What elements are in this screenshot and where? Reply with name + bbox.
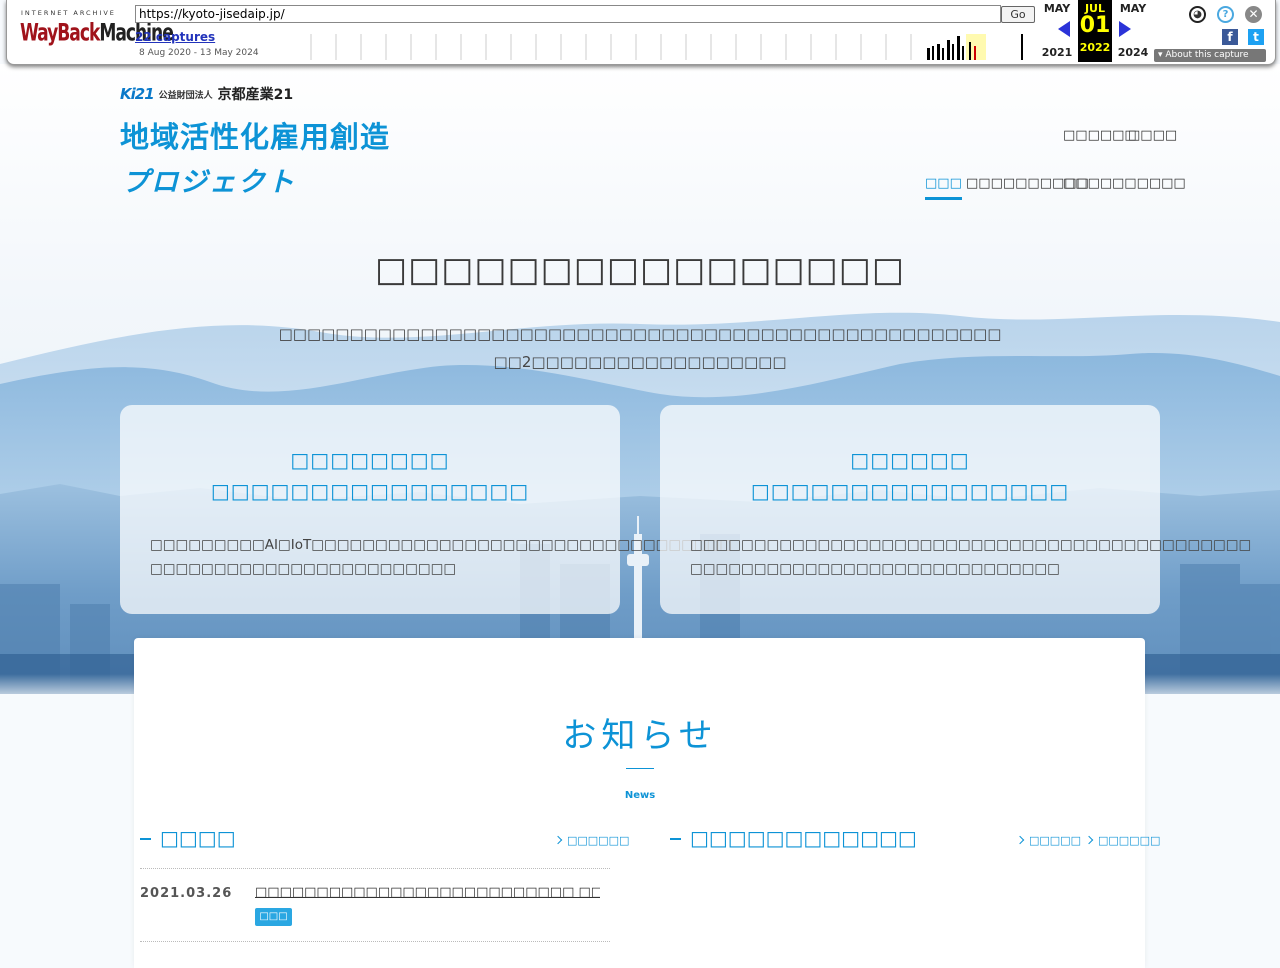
project-card-1[interactable]: □□□□□□□□ □□□□□□□□□□□□□□□□ □□□□□□□□□AI□Io… [120,405,733,614]
internet-archive-label: INTERNET ARCHIVE [21,9,116,17]
org-name: 京都産業21 [217,87,294,103]
org-type-label: 公益財団法人 [158,90,213,101]
hero-title: □□□□□□□□□□□□□□□□ [375,250,905,290]
facebook-share-icon[interactable]: f [1222,29,1238,45]
about-this-capture-button[interactable]: ▾ About this capture [1154,49,1266,62]
ki21-logo-mark: Ki21 [120,85,155,103]
nav-item-4[interactable]: □□□□□□ [1112,176,1186,191]
nav-item-home[interactable]: □□□ [925,176,962,200]
hero-lead: □□□□□□□□□□□□□□□□□□□□□□□□□□□□□□□□□□□□□□□□… [278,325,1002,371]
user-account-icon[interactable]: ◕ [1189,6,1206,23]
news-item-category-badge: □□□ [255,908,292,926]
news-divider [140,868,610,869]
news-subheading: News [624,790,656,801]
util-link-2[interactable]: □□□□ [1128,128,1177,143]
next-capture-arrow-icon[interactable] [1119,21,1131,37]
news-item-date: 2021.03.26 [140,886,233,901]
org-logo[interactable]: Ki21 公益財団法人 京都産業21 [120,84,293,104]
close-toolbar-icon[interactable]: ✕ [1245,6,1262,23]
right-section-link-1[interactable]: □□□□□ [1016,834,1081,847]
current-capture-date: JUL 01 2022 [1078,0,1112,62]
card-description: □□□□□□□□□□□□□□□□□□□□□□□□□□□□□□□□□□□□□□□□… [690,537,1252,577]
wayback-go-button[interactable]: Go [1001,6,1035,23]
project-card-2[interactable]: □□□□□□ □□□□□□□□□□□□□□□□ □□□□□□□□□□□□□□□□… [660,405,1252,614]
news-section-title-right: □□□□□□□□□□□□ [670,826,917,850]
card-description: □□□□□□□□□AI□IoT□□□□□□□□□□□□□□□□□□□□□□□□□… [150,537,733,577]
right-section-link-2[interactable]: □□□□□□ [1085,834,1160,847]
card-title: □□□□□□ □□□□□□□□□□□□□□□□ [750,448,1070,503]
help-icon[interactable]: ? [1217,6,1234,23]
news-heading-divider [626,768,654,769]
wayback-url-input[interactable]: https://kyoto-jisedaip.jp/ [135,5,1001,23]
news-divider [140,941,610,942]
news-item-title-link[interactable]: □□□□□□□□□□□□□□□□□□□□□□□□□□ □□□□□□□□□□□□□… [255,885,600,900]
wayback-toolbar: INTERNET ARCHIVE WayBackMachine https://… [6,0,1276,65]
prev-capture-month[interactable]: MAY 2021 [1038,2,1076,59]
site-title-line2[interactable]: プロジェクト [122,160,296,199]
prev-capture-arrow-icon[interactable] [1058,21,1070,37]
news-section-title-left: □□□□ [140,826,236,850]
twitter-share-icon[interactable]: t [1248,29,1264,45]
capture-date-range: 8 Aug 2020 - 13 May 2024 [139,48,259,58]
captures-link[interactable]: 22 captures [135,30,215,44]
nav-item-3[interactable]: □□□□ [1063,176,1112,191]
util-link-1[interactable]: □□□□□□ [1063,128,1137,143]
capture-timeline-sparkline[interactable] [309,34,1029,60]
next-capture-month[interactable]: MAY 2024 [1114,2,1152,59]
card-title: □□□□□□□□ □□□□□□□□□□□□□□□□ [210,448,530,503]
news-list-link[interactable]: □□□□□□ [554,834,629,847]
news-heading: お知らせ [562,716,718,756]
site-title-line1[interactable]: 地域活性化雇用創造 [120,114,390,156]
